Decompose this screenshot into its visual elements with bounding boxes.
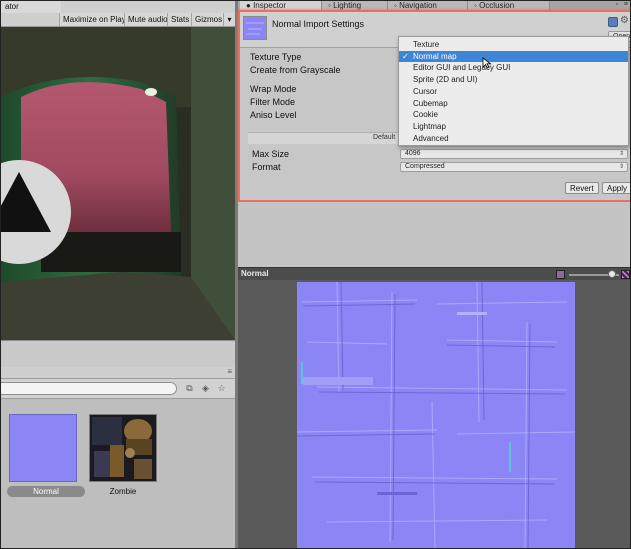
tab-label: Inspector: [253, 1, 286, 10]
inspector-empty-area: [238, 202, 630, 267]
checkmark-icon: ✓: [402, 51, 409, 61]
project-panel: ≡ ⧉ ◈ ☆ Normal Zombie: [1, 367, 235, 548]
max-size-label: Max Size: [252, 149, 290, 159]
format-dropdown[interactable]: Compressed ⇕: [400, 162, 628, 172]
tab-occlusion[interactable]: ◦ Occlusion: [468, 1, 550, 10]
game-view-bottom: [1, 340, 235, 367]
menu-item-texture[interactable]: Texture: [399, 39, 628, 51]
rgb-channel-icon[interactable]: [556, 270, 565, 279]
gear-icon[interactable]: ⚙: [620, 15, 629, 26]
asset-thumbnail: [9, 414, 77, 482]
mute-audio-button[interactable]: Mute audio: [124, 13, 171, 26]
help-book-icon[interactable]: [608, 17, 618, 27]
tab-label: Navigation: [399, 1, 437, 10]
mouse-pointer-icon: [482, 57, 492, 69]
gizmos-button[interactable]: Gizmos: [191, 13, 226, 26]
dropdown-arrows-icon: ⇕: [618, 151, 624, 157]
format-label: Format: [252, 162, 281, 172]
wrap-mode-label: Wrap Mode: [250, 84, 297, 94]
asset-label: Zombie: [109, 487, 137, 496]
menu-item-editor-gui[interactable]: Editor GUI and Legacy GUI: [399, 62, 628, 74]
tab-label: Occlusion: [479, 1, 515, 10]
menu-item-cubemap[interactable]: Cubemap: [399, 98, 628, 110]
asset-thumbnail: [89, 414, 157, 482]
inspector-title: Normal Import Settings: [272, 19, 365, 29]
unity-editor: ator Maximize on Play Mute audio Stats G…: [0, 0, 631, 549]
occlusion-icon: ◦: [474, 1, 477, 10]
menu-item-lightmap[interactable]: Lightmap: [399, 121, 628, 133]
alpha-channel-icon[interactable]: [621, 270, 630, 279]
asset-label: Normal: [7, 486, 85, 497]
menu-item-cookie[interactable]: Cookie: [399, 109, 628, 121]
info-icon: ●: [246, 1, 251, 10]
lightbulb-icon: ◦: [328, 1, 331, 10]
project-search-input[interactable]: [1, 382, 177, 395]
game-view-tab[interactable]: ator: [1, 1, 61, 13]
scene-filter-icon[interactable]: ⧉: [183, 382, 196, 395]
asset-zombie[interactable]: Zombie: [87, 414, 159, 497]
inspector-tab-bar: ● Inspector ◦ Lighting ◦ Navigation ◦ Oc…: [238, 1, 630, 10]
preview-header: Normal: [238, 267, 630, 280]
gizmos-dropdown-icon[interactable]: ▾: [223, 13, 235, 26]
filter-mode-label: Filter Mode: [250, 97, 296, 107]
revert-button[interactable]: Revert: [565, 182, 599, 194]
menu-item-advanced[interactable]: Advanced: [399, 133, 628, 145]
tab-navigation[interactable]: ◦ Navigation: [388, 1, 468, 10]
star-filter-icon[interactable]: ☆: [215, 382, 228, 395]
menu-item-normal-map[interactable]: ✓ Normal map: [399, 50, 628, 63]
tab-inspector[interactable]: ● Inspector: [240, 1, 322, 10]
panel-menu-icon[interactable]: ≡: [227, 367, 232, 376]
game-view-toolbar: ator Maximize on Play Mute audio Stats G…: [1, 1, 235, 27]
label-filter-icon[interactable]: ◈: [199, 382, 212, 395]
mip-level-slider-knob[interactable]: [607, 270, 616, 278]
normal-map-texture: [296, 281, 576, 548]
texture-type-label: Texture Type: [250, 52, 302, 62]
project-asset-grid: Normal Zombie: [1, 400, 235, 548]
normal-map-preview: [296, 281, 576, 548]
aniso-level-label: Aniso Level: [250, 110, 297, 120]
game-view-viewport[interactable]: [1, 27, 235, 340]
create-from-grayscale-label: Create from Grayscale: [250, 65, 341, 75]
project-search-row: ⧉ ◈ ☆: [1, 379, 235, 399]
texture-thumbnail-icon: [243, 16, 267, 40]
tab-lighting[interactable]: ◦ Lighting: [322, 1, 388, 10]
platform-tab-label: Default: [373, 134, 396, 141]
menu-item-cursor[interactable]: Cursor: [399, 86, 628, 98]
minimize-icon[interactable]: ▫: [616, 1, 618, 8]
tab-label: Lighting: [333, 1, 362, 10]
menu-item-label: Normal map: [413, 51, 457, 61]
format-value: Compressed: [405, 163, 445, 170]
max-size-value: 4096: [405, 150, 421, 157]
apply-button[interactable]: Apply: [602, 182, 630, 194]
game-scene-render: [1, 27, 235, 340]
navigation-icon: ◦: [394, 1, 397, 10]
preview-title: Normal: [241, 269, 269, 278]
project-tab-row: ≡: [1, 367, 235, 379]
menu-item-sprite[interactable]: Sprite (2D and UI): [399, 74, 628, 86]
maximize-on-play-button[interactable]: Maximize on Play: [59, 13, 129, 26]
texture-preview-area: [238, 280, 630, 548]
max-size-dropdown[interactable]: 4096 ⇕: [400, 149, 628, 159]
dropdown-arrows-icon: ⇕: [618, 164, 624, 170]
stats-button[interactable]: Stats: [167, 13, 193, 26]
panel-menu-icon[interactable]: ≡: [624, 1, 628, 8]
asset-normal[interactable]: Normal: [7, 414, 85, 497]
texture-type-menu: Texture ✓ Normal map Editor GUI and Lega…: [398, 36, 629, 146]
